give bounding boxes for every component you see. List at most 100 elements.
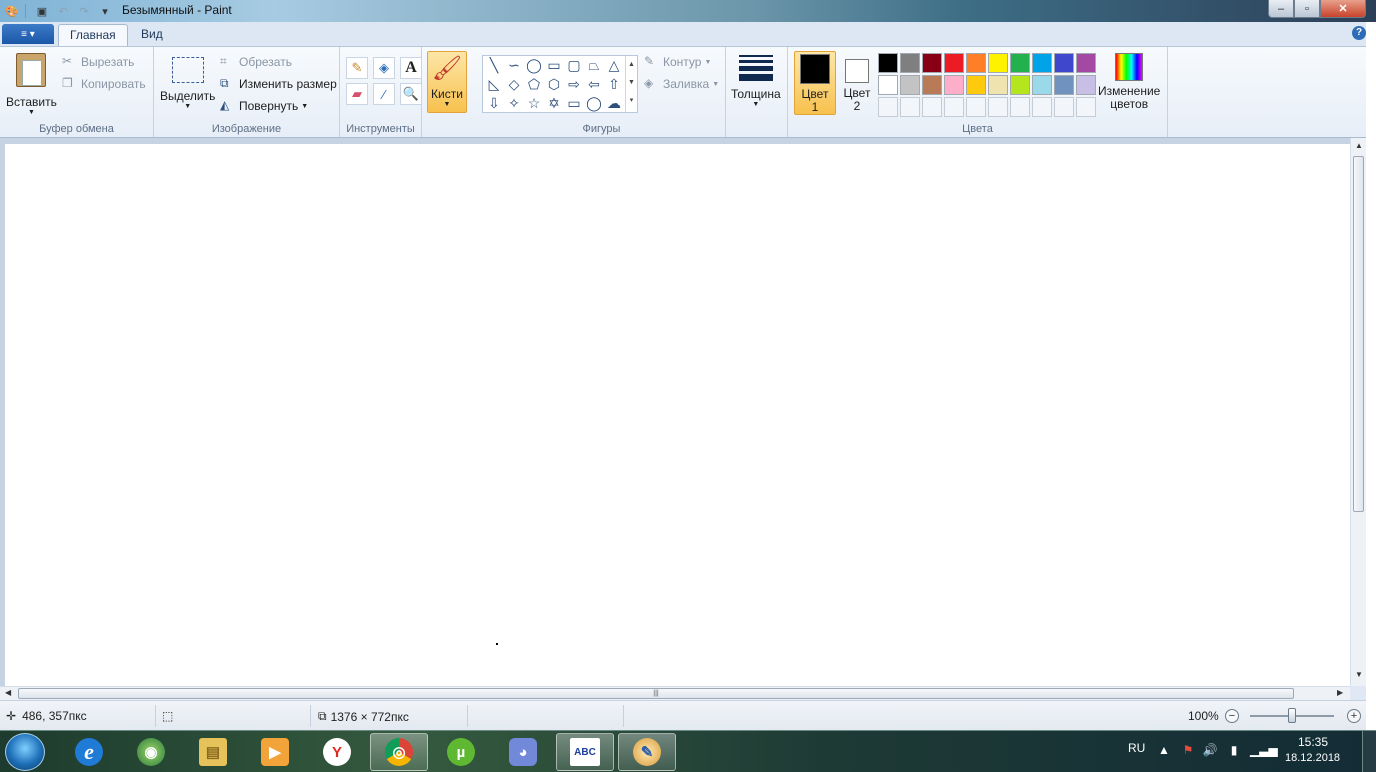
taskbar-discord[interactable]: ◕ [494,733,552,771]
save-icon[interactable]: ▣ [33,2,51,20]
color-swatch[interactable] [922,75,942,95]
custom-color-slot[interactable] [1054,97,1074,117]
up-arrow-shape-icon[interactable]: ⇧ [605,75,623,93]
color-swatch[interactable] [1032,75,1052,95]
show-desktop-button[interactable] [1362,731,1376,772]
text-tool-icon[interactable]: A [400,57,422,79]
color-swatch[interactable] [900,75,920,95]
outline-button[interactable]: ✎ Контур ▼ [644,54,711,70]
tab-view[interactable]: Вид [130,24,174,46]
cut-button[interactable]: ✂ Вырезать [62,54,134,70]
down-arrow-shape-icon[interactable]: ⇩ [485,94,503,112]
taskbar-yandex[interactable]: Y [308,733,366,771]
rounded-callout-shape-icon[interactable]: ▭ [565,94,583,112]
color-swatch[interactable] [944,75,964,95]
shapes-scroll[interactable]: ▲ ▼ ▾ [625,56,637,112]
color-swatch[interactable] [922,53,942,73]
taskbar-utorrent[interactable]: µ [432,733,490,771]
rectangle-shape-icon[interactable]: ▭ [545,56,563,74]
redo-icon[interactable]: ↷ [75,2,93,20]
minimize-button[interactable]: ‒ [1268,0,1294,18]
color-swatch[interactable] [988,75,1008,95]
undo-icon[interactable]: ↶ [54,2,72,20]
show-hidden-icons-icon[interactable]: ▲ [1156,743,1172,759]
pentagon-shape-icon[interactable]: ⬠ [525,75,543,93]
eraser-icon[interactable]: ▰ [346,83,368,105]
close-button[interactable]: ✕ [1320,0,1366,18]
paste-button[interactable]: Вставить ▼ [6,53,57,116]
right-triangle-shape-icon[interactable]: ◺ [485,75,503,93]
vertical-scrollbar[interactable]: ▲ ▼ [1350,138,1366,686]
custom-color-slot[interactable] [922,97,942,117]
crop-button[interactable]: ⌗ Обрезать [220,54,292,70]
color-swatch[interactable] [1054,53,1074,73]
fill-bucket-icon[interactable]: ◈ [373,57,395,79]
color-swatch[interactable] [1010,53,1030,73]
custom-color-slot[interactable] [966,97,986,117]
line-shape-icon[interactable]: ╲ [485,56,503,74]
custom-color-slot[interactable] [878,97,898,117]
scroll-left-icon[interactable]: ◀ [5,688,11,697]
oval-callout-shape-icon[interactable]: ◯ [585,94,603,112]
curve-shape-icon[interactable]: ∽ [505,56,523,74]
custom-color-slot[interactable] [1010,97,1030,117]
color-swatch[interactable] [944,53,964,73]
rounded-rectangle-shape-icon[interactable]: ▢ [565,56,583,74]
left-arrow-shape-icon[interactable]: ⇦ [585,75,603,93]
network-signal-icon[interactable]: ▁▃▅ [1250,743,1278,759]
color-swatch[interactable] [1076,53,1096,73]
color-swatch[interactable] [966,53,986,73]
color-swatch[interactable] [988,53,1008,73]
color-swatch[interactable] [1032,53,1052,73]
scroll-right-icon[interactable]: ▶ [1337,688,1343,697]
maximize-button[interactable]: ▫ [1294,0,1320,18]
right-arrow-shape-icon[interactable]: ⇨ [565,75,583,93]
taskbar-media-center[interactable]: ◉ [122,733,180,771]
brushes-button[interactable]: 🖌 Кисти ▼ [427,51,467,113]
triangle-shape-icon[interactable]: △ [605,56,623,74]
five-point-star-shape-icon[interactable]: ☆ [525,94,543,112]
six-point-star-shape-icon[interactable]: ✡ [545,94,563,112]
custom-color-slot[interactable] [900,97,920,117]
color2-button[interactable]: Цвет 2 [836,51,878,115]
scroll-up-icon[interactable]: ▲ [1355,141,1363,150]
color1-button[interactable]: Цвет 1 [794,51,836,115]
color-swatch[interactable] [1054,75,1074,95]
resize-button[interactable]: ⧉ Изменить размер [220,76,337,92]
color-swatch[interactable] [966,75,986,95]
pencil-icon[interactable]: ✎ [346,57,368,79]
clock-date[interactable]: 18.12.2018 [1285,752,1340,764]
oval-shape-icon[interactable]: ◯ [525,56,543,74]
fill-button[interactable]: ◈ Заливка ▼ [644,76,719,92]
drawing-canvas[interactable] [5,144,1350,686]
file-menu-button[interactable]: ≡ ▾ [2,24,54,44]
language-indicator[interactable]: RU [1128,741,1145,755]
taskbar-paint[interactable]: ✎ [618,733,676,771]
tab-home[interactable]: Главная [58,24,128,46]
copy-button[interactable]: ❐ Копировать [62,76,146,92]
taskbar-internet-explorer[interactable]: e [60,733,118,771]
color-swatch[interactable] [1076,75,1096,95]
color-swatch[interactable] [1010,75,1030,95]
zoom-out-button[interactable]: − [1225,709,1239,723]
color-swatch[interactable] [900,53,920,73]
select-button[interactable]: Выделить ▼ [160,57,215,110]
zoom-in-button[interactable]: + [1347,709,1361,723]
vertical-scroll-thumb[interactable] [1353,156,1364,512]
four-point-star-shape-icon[interactable]: ✧ [505,94,523,112]
zoom-slider-thumb[interactable] [1288,708,1296,723]
horizontal-scrollbar[interactable]: ◀ ||| ▶ [0,686,1350,700]
custom-color-slot[interactable] [1076,97,1096,117]
color-picker-icon[interactable]: ⁄ [373,83,395,105]
help-icon[interactable]: ? [1352,26,1366,40]
taskbar-media-player[interactable]: ▶ [246,733,304,771]
polygon-shape-icon[interactable]: ⏢ [585,56,603,74]
start-button[interactable] [5,733,45,771]
edit-colors-button[interactable]: Изменение цветов [1098,47,1160,111]
custom-color-slot[interactable] [988,97,1008,117]
cloud-callout-shape-icon[interactable]: ☁ [605,94,623,112]
taskbar-file-explorer[interactable]: ▤ [184,733,242,771]
diamond-shape-icon[interactable]: ◇ [505,75,523,93]
scroll-down-icon[interactable]: ▼ [1355,670,1363,679]
taskbar-chrome[interactable]: ◎ [370,733,428,771]
